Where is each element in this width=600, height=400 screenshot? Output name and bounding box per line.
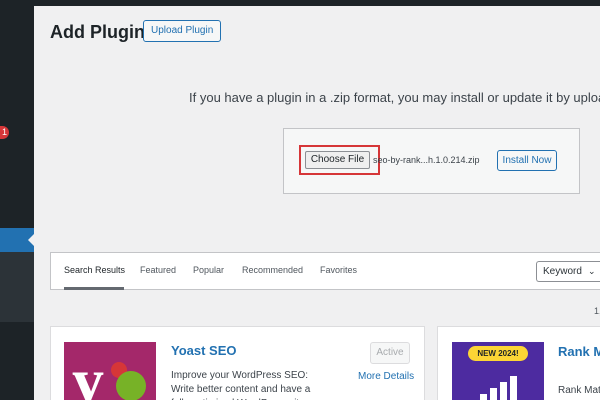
more-details-link[interactable]: More Details (358, 371, 414, 382)
page-title: Add Plugins (50, 22, 155, 42)
tab-search-results[interactable]: Search Results (64, 265, 125, 275)
upload-description: If you have a plugin in a .zip format, y… (189, 90, 600, 105)
plugin-author-rank-math: Rank Math (558, 385, 600, 396)
plugin-name-yoast[interactable]: Yoast SEO (171, 343, 237, 358)
install-now-button[interactable]: Install Now (497, 150, 557, 171)
search-type-value: Keyword (543, 266, 582, 277)
results-count: 1, (594, 306, 600, 316)
yoast-letter-icon: y (72, 345, 104, 400)
plugins-submenu[interactable] (0, 252, 34, 322)
tab-recommended[interactable]: Recommended (242, 265, 303, 275)
selected-file-name: seo-by-rank...h.1.0.214.zip (373, 155, 480, 165)
choose-file-button[interactable]: Choose File (305, 151, 370, 169)
tab-popular[interactable]: Popular (193, 265, 224, 275)
search-type-select[interactable]: Keyword ⌄ (536, 261, 600, 282)
admin-bar (0, 0, 600, 6)
current-tab-indicator (64, 287, 124, 290)
new-badge: NEW 2024! (468, 346, 528, 361)
tab-favorites[interactable]: Favorites (320, 265, 357, 275)
active-menu-arrow-icon (28, 234, 34, 246)
upload-plugin-button[interactable]: Upload Plugin (143, 20, 222, 42)
update-count-badge[interactable]: 1 (0, 126, 9, 139)
plugin-name-rank-math[interactable]: Rank Math SEO Tool (558, 343, 600, 360)
rank-math-icon[interactable]: NEW 2024! (452, 342, 544, 400)
tab-featured[interactable]: Featured (140, 265, 176, 275)
yoast-green-dot-icon (116, 371, 146, 400)
active-status-button: Active (370, 342, 410, 364)
admin-sidebar: 1 (0, 0, 34, 400)
yoast-seo-icon[interactable]: y (64, 342, 156, 400)
chevron-down-icon: ⌄ (588, 266, 596, 276)
plugin-description-yoast: Improve your WordPress SEO: Write better… (171, 370, 311, 400)
